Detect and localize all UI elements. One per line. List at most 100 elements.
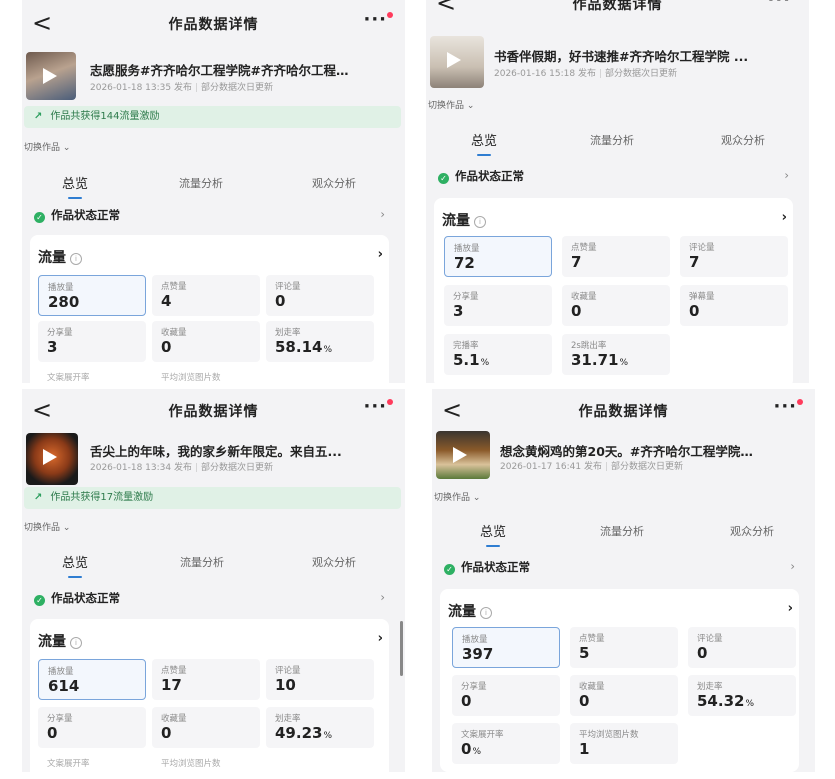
metric-favorites[interactable]: 收藏量 0 (570, 675, 678, 716)
tab-traffic[interactable]: 流量分析 (180, 554, 224, 570)
tab-overview[interactable]: 总览 (62, 173, 88, 199)
info-icon[interactable]: i (70, 253, 82, 265)
boost-banner[interactable]: ↗ 作品共获得144流量激励 (24, 106, 401, 128)
publish-meta: 2026-01-16 15:18 发布 | 部分数据次日更新 (494, 69, 678, 79)
publish-meta: 2026-01-18 13:34 发布 | 部分数据次日更新 (90, 463, 274, 473)
metric-avg-images-viewed[interactable]: 平均浏览图片数 1 (570, 723, 678, 764)
trend-up-icon: ↗ (34, 111, 43, 122)
metric-caption-expand-rate[interactable]: 文案展开率 0% (452, 723, 560, 764)
boost-text: 作品共获得144流量激励 (50, 111, 160, 122)
more-icon[interactable]: ··· (363, 8, 387, 32)
metric-plays[interactable]: 播放量 397 (452, 627, 560, 668)
top-bar: < 作品数据详情 ··· (22, 395, 405, 425)
chevron-right-icon[interactable]: › (378, 247, 383, 262)
metric-favorites[interactable]: 收藏量 0 (562, 285, 670, 326)
tab-audience[interactable]: 观众分析 (312, 175, 356, 191)
scrollbar[interactable] (400, 621, 403, 676)
metric-plays[interactable]: 播放量 280 (38, 275, 146, 316)
tab-overview[interactable]: 总览 (62, 552, 88, 578)
notification-dot (387, 12, 393, 18)
page-title: 作品数据详情 (168, 17, 259, 33)
faded-label: 文案展开率 (47, 759, 90, 769)
chevron-right-icon: › (790, 559, 795, 573)
metric-shares[interactable]: 分享量 3 (444, 285, 552, 326)
status-row[interactable]: ✓ 作品状态正常 › (444, 559, 795, 579)
metric-favorites[interactable]: 收藏量 0 (152, 321, 260, 362)
video-thumbnail[interactable] (436, 431, 490, 479)
chevron-down-icon: ⌄ (472, 493, 481, 503)
metric-swipe-rate[interactable]: 划走率 58.14% (266, 321, 374, 362)
metric-comments[interactable]: 评论量 10 (266, 659, 374, 700)
publish-time: 2026-01-18 13:34 发布 (90, 463, 192, 473)
check-circle-icon: ✓ (34, 595, 45, 606)
status-row[interactable]: ✓ 作品状态正常 › (34, 207, 385, 227)
chevron-right-icon[interactable]: › (378, 631, 383, 646)
boost-text: 作品共获得17流量激励 (50, 492, 154, 503)
metric-comments[interactable]: 评论量 0 (266, 275, 374, 316)
chevron-right-icon: › (380, 207, 385, 221)
chevron-down-icon: ⌄ (466, 101, 475, 111)
metric-plays[interactable]: 播放量 614 (38, 659, 146, 700)
switch-work[interactable]: 切换作品 ⌄ (24, 140, 70, 153)
tab-bar: 总览 流量分析 观众分析 (22, 552, 405, 580)
status-row[interactable]: ✓ 作品状态正常 › (34, 590, 385, 610)
metric-swipe-rate[interactable]: 划走率 49.23% (266, 707, 374, 748)
tab-traffic[interactable]: 流量分析 (179, 175, 223, 191)
boost-banner[interactable]: ↗ 作品共获得17流量激励 (24, 487, 401, 509)
metric-shares[interactable]: 分享量 3 (38, 321, 146, 362)
metric-shares[interactable]: 分享量 0 (38, 707, 146, 748)
notification-dot (797, 399, 803, 405)
metric-likes[interactable]: 点赞量 7 (562, 236, 670, 277)
metric-likes[interactable]: 点赞量 5 (570, 627, 678, 668)
chevron-right-icon[interactable]: › (788, 601, 793, 616)
metric-bounce-rate[interactable]: 2s跳出率 31.71% (562, 334, 670, 375)
publish-meta: 2026-01-17 16:41 发布 | 部分数据次日更新 (500, 462, 684, 472)
video-thumbnail[interactable] (26, 52, 76, 100)
metric-danmaku[interactable]: 弹幕量 0 (680, 285, 788, 326)
info-icon[interactable]: i (474, 216, 486, 228)
status-text: 作品状态正常 (51, 208, 120, 222)
chevron-right-icon[interactable]: › (782, 210, 787, 225)
play-icon (453, 447, 467, 463)
switch-work[interactable]: 切换作品 ⌄ (434, 490, 480, 503)
faded-label: 文案展开率 (47, 373, 90, 383)
update-note: 部分数据次日更新 (605, 69, 678, 79)
metric-comments[interactable]: 评论量 7 (680, 236, 788, 277)
flow-title: 流量 i (38, 247, 82, 267)
tab-audience[interactable]: 观众分析 (721, 132, 765, 148)
more-icon[interactable]: ··· (767, 0, 791, 12)
tab-audience[interactable]: 观众分析 (312, 554, 356, 570)
metric-favorites[interactable]: 收藏量 0 (152, 707, 260, 748)
metric-comments[interactable]: 评论量 0 (688, 627, 796, 668)
more-icon[interactable]: ··· (773, 395, 797, 419)
play-icon (447, 52, 461, 68)
metric-swipe-rate[interactable]: 划走率 54.32% (688, 675, 796, 716)
info-icon[interactable]: i (70, 637, 82, 649)
status-row[interactable]: ✓ 作品状态正常 › (438, 168, 789, 188)
status-text: 作品状态正常 (461, 560, 530, 574)
check-circle-icon: ✓ (438, 173, 449, 184)
flow-title: 流量 i (38, 631, 82, 651)
screen-3: < 作品数据详情 ··· 舌尖上的年味，我的家乡新年限定。来自五... 2026… (22, 389, 405, 772)
video-thumbnail[interactable] (26, 433, 78, 485)
info-icon[interactable]: i (480, 607, 492, 619)
tab-traffic[interactable]: 流量分析 (590, 132, 634, 148)
metric-shares[interactable]: 分享量 0 (452, 675, 560, 716)
metric-plays[interactable]: 播放量 72 (444, 236, 552, 277)
metric-likes[interactable]: 点赞量 17 (152, 659, 260, 700)
tab-audience[interactable]: 观众分析 (730, 523, 774, 539)
top-bar: < 作品数据详情 ··· (426, 0, 809, 18)
update-note: 部分数据次日更新 (201, 463, 274, 473)
switch-work[interactable]: 切换作品 ⌄ (24, 520, 70, 533)
metric-likes[interactable]: 点赞量 4 (152, 275, 260, 316)
work-title: 志愿服务#齐齐哈尔工程学院#齐齐哈尔工程… (90, 63, 349, 78)
flow-card: 流量 i › 播放量 280 点赞量 4 评论量 0 分享量 3 收藏量 0 划走率 58.1… (30, 235, 389, 383)
video-thumbnail[interactable] (430, 36, 484, 88)
tab-traffic[interactable]: 流量分析 (600, 523, 644, 539)
tab-overview[interactable]: 总览 (471, 130, 497, 156)
switch-work[interactable]: 切换作品 ⌄ (428, 98, 474, 111)
screen-1: < 作品数据详情 ··· 志愿服务#齐齐哈尔工程学院#齐齐哈尔工程… 2026-… (22, 0, 405, 383)
tab-overview[interactable]: 总览 (480, 521, 506, 547)
more-icon[interactable]: ··· (363, 395, 387, 419)
metric-completion-rate[interactable]: 完播率 5.1% (444, 334, 552, 375)
